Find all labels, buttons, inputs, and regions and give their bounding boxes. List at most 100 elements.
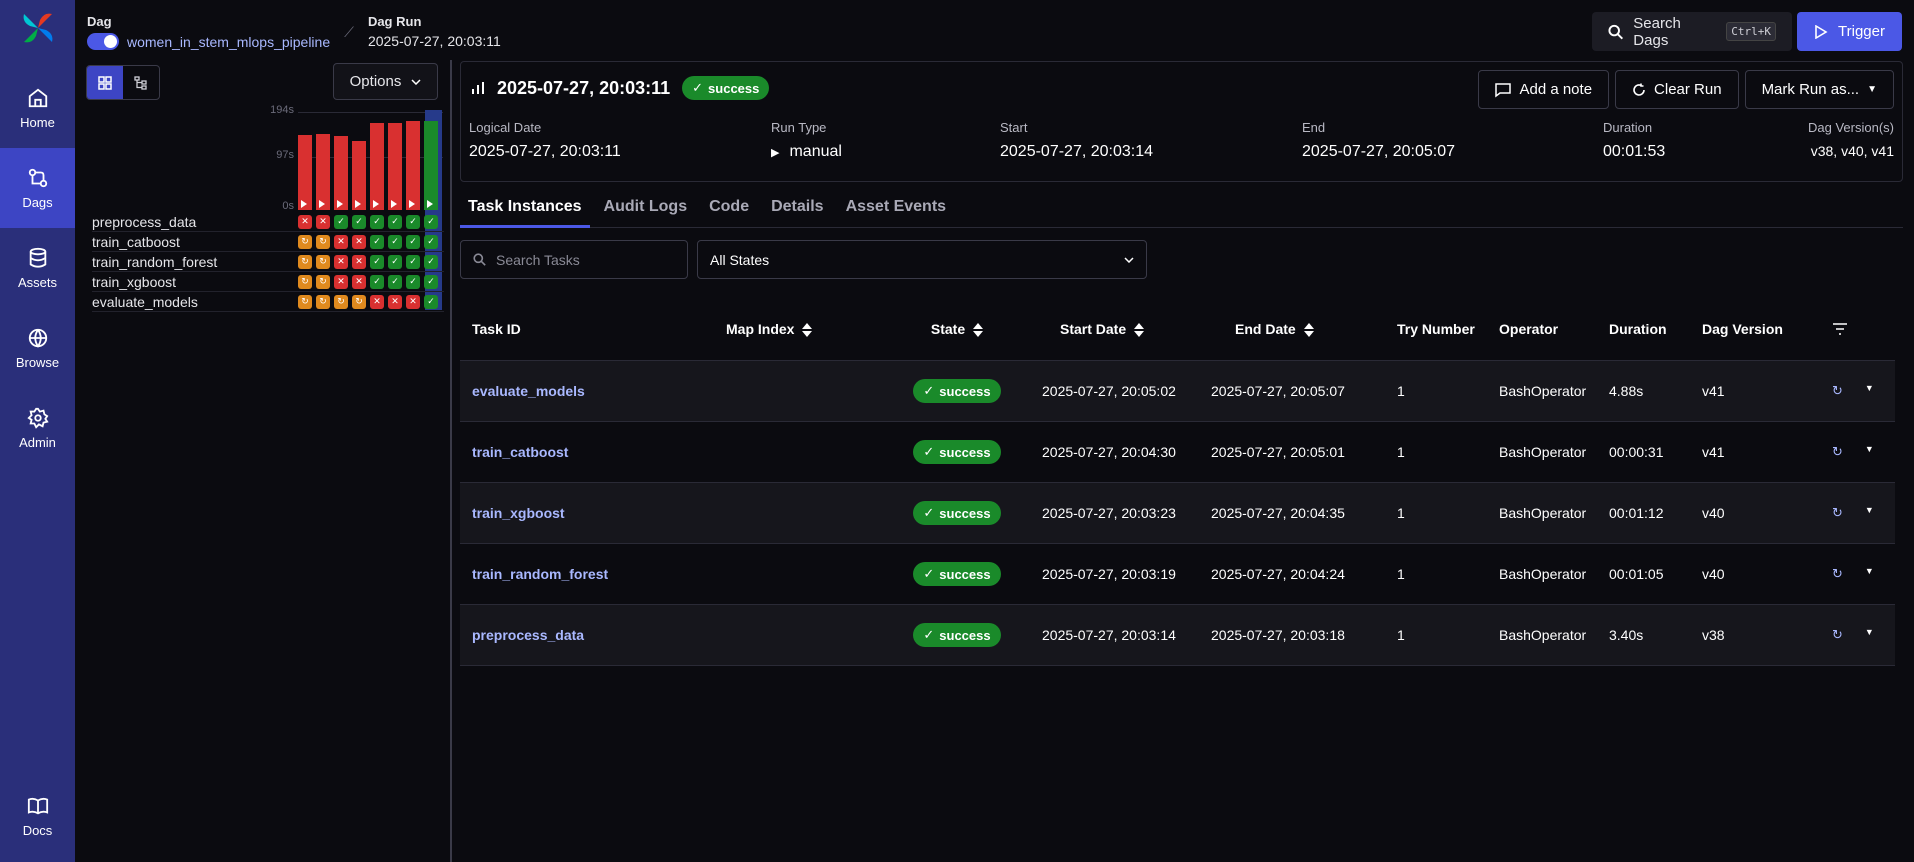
run-duration-bar[interactable] — [298, 135, 312, 210]
task-instance-cell-retry[interactable]: ↻ — [298, 274, 312, 289]
task-instance-cell-ok[interactable]: ✓ — [424, 254, 438, 269]
nav-assets[interactable]: Assets — [0, 228, 75, 308]
task-instance-cell-ok[interactable]: ✓ — [388, 274, 402, 289]
task-instance-cell-ok[interactable]: ✓ — [406, 214, 420, 229]
dag-name-link[interactable]: women_in_stem_mlops_pipeline — [127, 34, 330, 50]
grid-task-name[interactable]: train_random_forest — [92, 254, 298, 270]
task-instance-cell-fail[interactable]: ✕ — [370, 294, 384, 309]
task-instance-cell-fail[interactable]: ✕ — [316, 214, 330, 229]
nav-home[interactable]: Home — [0, 68, 75, 148]
task-instance-cell-ok[interactable]: ✓ — [388, 234, 402, 249]
task-instance-cell-ok[interactable]: ✓ — [352, 214, 366, 229]
task-instance-cell-retry[interactable]: ↻ — [298, 254, 312, 269]
task-id-link[interactable]: evaluate_models — [472, 383, 585, 399]
header-map-index[interactable]: Map Index — [726, 321, 876, 337]
graph-view-button[interactable] — [123, 66, 159, 99]
task-instance-cell-ok[interactable]: ✓ — [370, 214, 384, 229]
column-filter-button[interactable] — [1820, 323, 1895, 335]
search-tasks-input[interactable]: Search Tasks — [460, 240, 688, 279]
clear-task-icon[interactable]: ↻ — [1832, 383, 1843, 399]
task-instance-cell-ok[interactable]: ✓ — [424, 214, 438, 229]
task-instance-cell-ok[interactable]: ✓ — [388, 214, 402, 229]
task-instance-cell-fail[interactable]: ✕ — [352, 254, 366, 269]
header-start-date[interactable]: Start Date — [1026, 321, 1199, 337]
table-row[interactable]: evaluate_models ✓ success 2025-07-27, 20:05… — [460, 361, 1895, 422]
task-instance-cell-fail[interactable]: ✕ — [334, 254, 348, 269]
task-instance-cell-ok[interactable]: ✓ — [406, 234, 420, 249]
run-duration-bar[interactable] — [424, 121, 438, 210]
add-note-button[interactable]: Add a note — [1478, 70, 1610, 109]
nav-dags[interactable]: Dags — [0, 148, 75, 228]
trigger-button[interactable]: Trigger — [1797, 12, 1902, 51]
grid-task-name[interactable]: preprocess_data — [92, 214, 298, 230]
header-end-date[interactable]: End Date — [1199, 321, 1369, 337]
caret-down-icon[interactable]: ▼ — [1865, 627, 1874, 643]
run-duration-bar[interactable] — [334, 136, 348, 210]
table-row[interactable]: train_catboost ✓ success 2025-07-27, 20:04:… — [460, 422, 1895, 483]
nav-browse[interactable]: Browse — [0, 308, 75, 388]
grid-task-name[interactable]: train_xgboost — [92, 274, 298, 290]
table-row[interactable]: train_random_forest ✓ success 2025-07-27, 2… — [460, 544, 1895, 605]
tab-task-instances[interactable]: Task Instances — [460, 190, 590, 228]
task-instance-cell-retry[interactable]: ↻ — [352, 294, 366, 309]
caret-down-icon[interactable]: ▼ — [1865, 383, 1874, 399]
task-instance-cell-ok[interactable]: ✓ — [424, 274, 438, 289]
task-instance-cell-fail[interactable]: ✕ — [352, 234, 366, 249]
header-state[interactable]: State — [876, 321, 1026, 337]
clear-task-icon[interactable]: ↻ — [1832, 444, 1843, 460]
clear-task-icon[interactable]: ↻ — [1832, 566, 1843, 582]
run-duration-bar[interactable] — [388, 123, 402, 210]
clear-task-icon[interactable]: ↻ — [1832, 505, 1843, 521]
clear-run-button[interactable]: Clear Run — [1615, 70, 1739, 109]
mark-run-as-button[interactable]: Mark Run as... ▼ — [1744, 70, 1894, 109]
table-row[interactable]: preprocess_data ✓ success 2025-07-27, 20:03… — [460, 605, 1895, 666]
task-instance-cell-ok[interactable]: ✓ — [424, 234, 438, 249]
task-instance-cell-ok[interactable]: ✓ — [388, 254, 402, 269]
caret-down-icon[interactable]: ▼ — [1865, 444, 1874, 460]
task-instance-cell-fail[interactable]: ✕ — [334, 234, 348, 249]
task-instance-cell-fail[interactable]: ✕ — [406, 294, 420, 309]
task-instance-cell-retry[interactable]: ↻ — [298, 234, 312, 249]
task-instance-cell-retry[interactable]: ↻ — [316, 274, 330, 289]
task-instance-cell-ok[interactable]: ✓ — [370, 274, 384, 289]
clear-task-icon[interactable]: ↻ — [1832, 627, 1843, 643]
task-instance-cell-ok[interactable]: ✓ — [424, 294, 438, 309]
tab-asset-events[interactable]: Asset Events — [838, 190, 955, 228]
tab-code[interactable]: Code — [701, 190, 757, 228]
nav-admin[interactable]: Admin — [0, 388, 75, 468]
task-instance-cell-ok[interactable]: ✓ — [370, 234, 384, 249]
task-id-link[interactable]: train_xgboost — [472, 505, 565, 521]
task-instance-cell-ok[interactable]: ✓ — [406, 254, 420, 269]
run-duration-bar[interactable] — [406, 121, 420, 210]
tab-details[interactable]: Details — [763, 190, 831, 228]
search-dags-button[interactable]: Search Dags Ctrl+K — [1592, 12, 1792, 51]
task-instance-cell-fail[interactable]: ✕ — [352, 274, 366, 289]
grid-view-button[interactable] — [87, 66, 123, 99]
run-duration-bar[interactable] — [370, 123, 384, 210]
task-instance-cell-ok[interactable]: ✓ — [370, 254, 384, 269]
task-instance-cell-retry[interactable]: ↻ — [316, 294, 330, 309]
task-instance-cell-ok[interactable]: ✓ — [406, 274, 420, 289]
header-try-number[interactable]: Try Number — [1369, 321, 1479, 337]
task-instance-cell-retry[interactable]: ↻ — [316, 234, 330, 249]
task-instance-cell-retry[interactable]: ↻ — [298, 294, 312, 309]
header-dag-version[interactable]: Dag Version — [1690, 321, 1820, 337]
header-duration[interactable]: Duration — [1601, 321, 1690, 337]
grid-task-name[interactable]: train_catboost — [92, 234, 298, 250]
task-instance-cell-retry[interactable]: ↻ — [316, 254, 330, 269]
task-instance-cell-retry[interactable]: ↻ — [334, 294, 348, 309]
airflow-logo-icon[interactable] — [20, 10, 56, 46]
nav-docs[interactable]: Docs — [0, 776, 75, 856]
tab-audit-logs[interactable]: Audit Logs — [596, 190, 696, 228]
task-id-link[interactable]: train_random_forest — [472, 566, 608, 582]
caret-down-icon[interactable]: ▼ — [1865, 566, 1874, 582]
run-duration-bar[interactable] — [352, 141, 366, 210]
task-instance-cell-fail[interactable]: ✕ — [298, 214, 312, 229]
options-button[interactable]: Options — [333, 63, 438, 100]
header-task-id[interactable]: Task ID — [460, 321, 726, 337]
state-filter-select[interactable]: All States — [697, 240, 1147, 279]
task-instance-cell-ok[interactable]: ✓ — [334, 214, 348, 229]
task-id-link[interactable]: preprocess_data — [472, 627, 584, 643]
dag-pause-toggle[interactable] — [87, 33, 119, 50]
task-instance-cell-fail[interactable]: ✕ — [334, 274, 348, 289]
